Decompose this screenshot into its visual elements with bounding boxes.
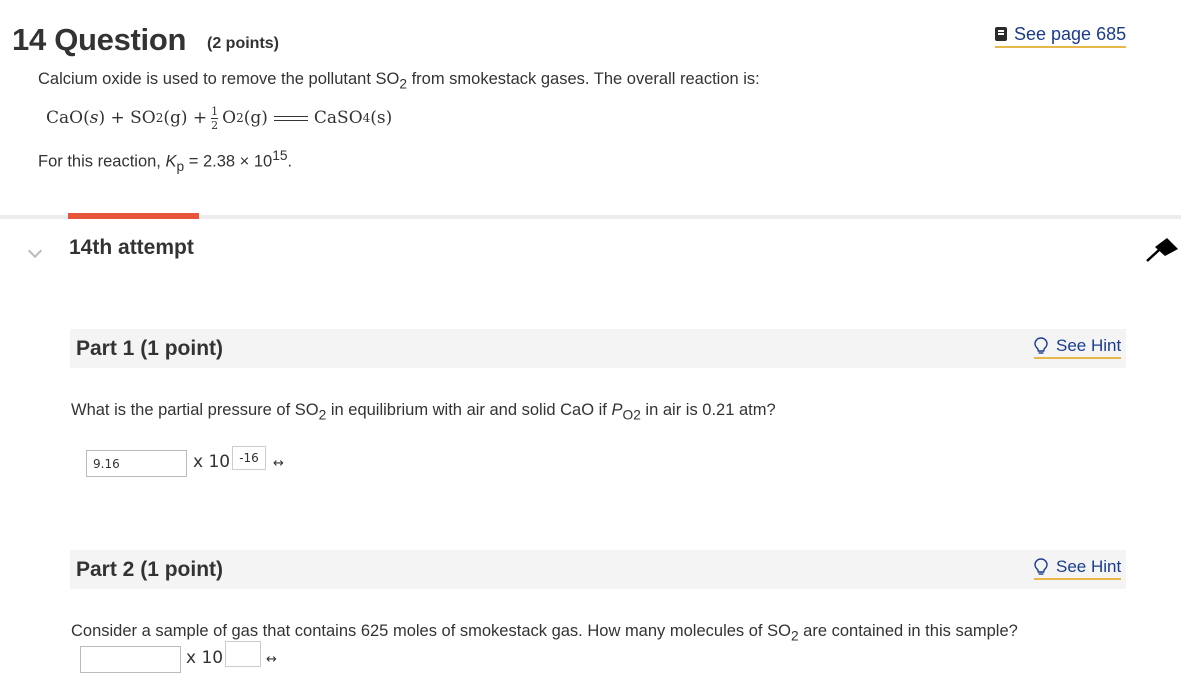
part-1-header [70,329,1126,368]
part-2-mantissa-input[interactable] [80,646,181,673]
book-icon [995,27,1007,41]
part-1-prompt: What is the partial pressure of SO2 in e… [71,401,776,423]
part-1-exponent-input[interactable]: -16 [232,446,266,470]
part-1-label: Part 1 (1 point) [76,337,224,360]
kp-statement: For this reaction, Kp = 2.38 × 1015. [38,148,293,174]
question-points: (2 points) [207,35,279,52]
attempt-label: 14th attempt [69,236,194,259]
part-2-times-ten: x 10 [186,648,224,668]
part-1-times-ten: x 10 [193,452,231,472]
question-title: 14 Question [12,22,187,57]
one-half-fraction: 12 [211,104,219,132]
part-2-exponent-input[interactable] [225,641,261,667]
lightbulb-icon [1034,558,1048,575]
equilibrium-arrow-icon [273,114,308,122]
question-intro: Calcium oxide is used to remove the poll… [38,70,760,92]
see-page-link[interactable]: See page 685 [995,22,1127,48]
part-2-label: Part 2 (1 point) [76,558,224,581]
part-2-header [70,550,1126,589]
lightbulb-icon [1034,337,1048,354]
part-2-resize-arrow-icon[interactable]: ↔ [266,652,277,667]
part-1-hint-link[interactable]: See Hint [1034,335,1122,359]
reaction-equation: CaO(s) + SO 2 (g) + 12 O 2 (g) CaSO 4 (s) [46,104,393,132]
part-1-mantissa-input[interactable]: 9.16 [86,450,187,477]
chevron-down-icon[interactable] [27,243,43,259]
attempt-tab-indicator [68,213,199,219]
see-page-label: See page 685 [1014,23,1127,44]
part-2-hint-link[interactable]: See Hint [1034,556,1122,580]
part-2-prompt: Consider a sample of gas that contains 6… [71,622,1018,644]
part-1-resize-arrow-icon[interactable]: ↔ [273,456,284,471]
pin-icon[interactable] [1145,237,1179,263]
